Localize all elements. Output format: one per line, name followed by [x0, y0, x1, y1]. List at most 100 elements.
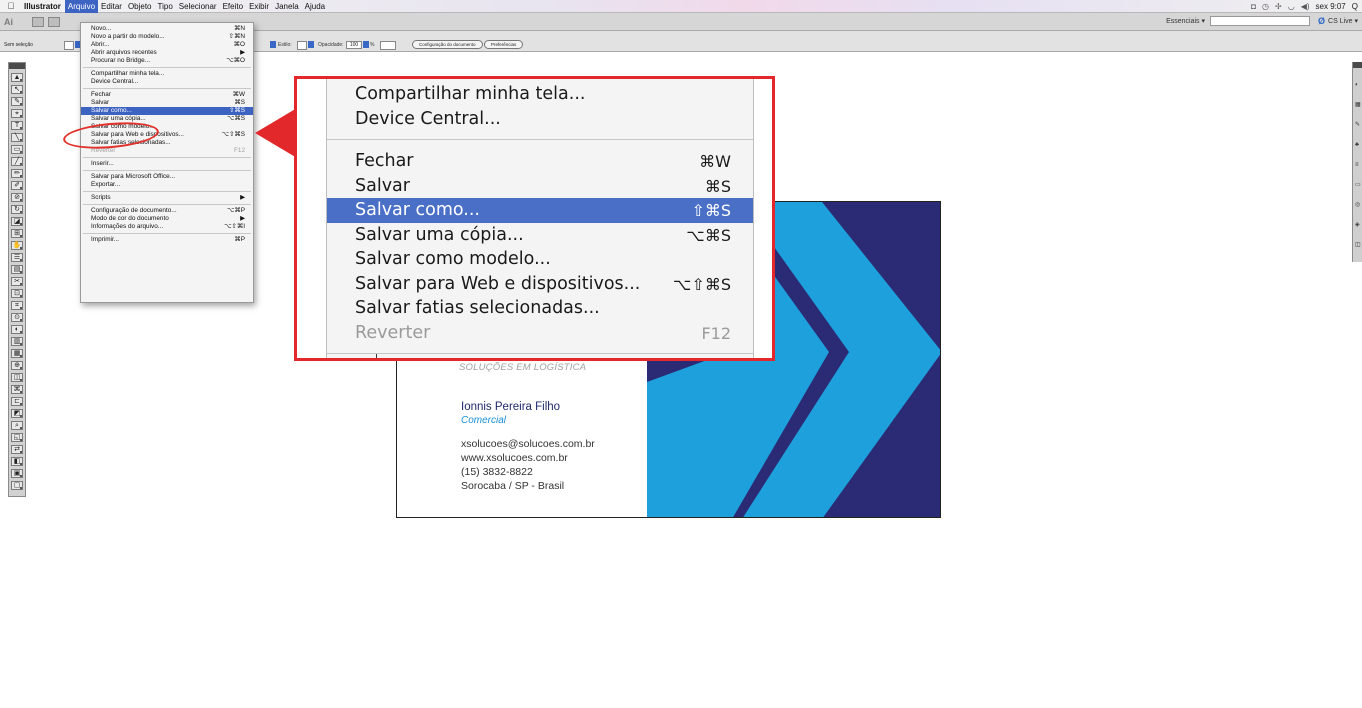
- file-menu-item-modo-de-cor-do-documento[interactable]: Modo de cor do documento ▶: [81, 215, 253, 223]
- callout-item-salvar-fatias-selecionadas[interactable]: Salvar fatias selecionadas...: [327, 296, 753, 321]
- tool-button[interactable]: ⊡: [11, 289, 23, 298]
- tool-button[interactable]: ▤: [11, 265, 23, 274]
- tool-button[interactable]: ◐: [11, 325, 23, 334]
- callout-item-salvar-como[interactable]: Salvar como... ⇧⌘S: [327, 198, 753, 223]
- bridge-button[interactable]: [32, 16, 44, 27]
- file-menu-item-imprimir[interactable]: Imprimir... ⌘P: [81, 236, 253, 244]
- tool-button[interactable]: ◧: [11, 457, 23, 466]
- menu-selecionar[interactable]: Selecionar: [176, 0, 220, 13]
- style-swatch[interactable]: [297, 41, 307, 50]
- tool-button[interactable]: ↖: [11, 85, 23, 94]
- file-menu-item-abrir-arquivos-recentes[interactable]: Abrir arquivos recentes ▶: [81, 49, 253, 57]
- cs-live[interactable]: Ø CS Live ▾: [1318, 16, 1358, 26]
- opacity-dropdown[interactable]: [363, 41, 369, 48]
- wifi-icon[interactable]: ◡: [1288, 2, 1295, 11]
- panel-dock-grip[interactable]: [1353, 62, 1362, 68]
- clock[interactable]: sex 9:07: [1316, 2, 1346, 11]
- tool-button[interactable]: ◩: [11, 409, 23, 418]
- tool-button[interactable]: ▣: [11, 469, 23, 478]
- spotlight-icon[interactable]: Q: [1352, 2, 1358, 11]
- tool-button[interactable]: ⌕: [11, 421, 23, 430]
- tool-button[interactable]: ⌘: [11, 385, 23, 394]
- tool-button[interactable]: ✋: [11, 241, 23, 250]
- file-menu-item-salvar[interactable]: Salvar ⌘S: [81, 99, 253, 107]
- recolor-button[interactable]: [380, 41, 396, 50]
- tool-button[interactable]: ▥: [11, 337, 23, 346]
- menu-tipo[interactable]: Tipo: [155, 0, 176, 13]
- apple-icon[interactable]: : [2, 1, 20, 11]
- time-machine-icon[interactable]: ◷: [1262, 2, 1269, 11]
- tool-button[interactable]: ✎: [11, 97, 23, 106]
- help-search-input[interactable]: [1210, 16, 1310, 26]
- file-menu-item-novo-a-partir-do-modelo[interactable]: Novo a partir do modelo... ⇧⌘N: [81, 33, 253, 41]
- tool-button[interactable]: ⌗: [11, 301, 23, 310]
- callout-item-fechar[interactable]: Fechar ⌘W: [327, 149, 753, 174]
- volume-icon[interactable]: ◀): [1301, 2, 1310, 11]
- tool-button[interactable]: ✐: [11, 181, 23, 190]
- tool-button[interactable]: ◪: [11, 217, 23, 226]
- style-dropdown[interactable]: [308, 41, 314, 48]
- file-menu-item-exportar[interactable]: Exportar...: [81, 181, 253, 189]
- callout-item-compartilhar-minha-tela[interactable]: Compartilhar minha tela...: [327, 82, 753, 107]
- stroke-panel-icon[interactable]: ≡: [1355, 162, 1361, 168]
- preferences-button[interactable]: Preferências: [484, 40, 524, 49]
- file-menu-item-device-central[interactable]: Device Central...: [81, 78, 253, 86]
- tool-button[interactable]: ✏: [11, 169, 23, 178]
- brushes-panel-icon[interactable]: ✎: [1355, 122, 1361, 128]
- opacity-field[interactable]: 100: [346, 41, 362, 49]
- callout-item-salvar-como-modelo[interactable]: Salvar como modelo...: [327, 247, 753, 272]
- appearance-panel-icon[interactable]: ◈: [1355, 222, 1361, 228]
- callout-item-device-central[interactable]: Device Central...: [327, 107, 753, 132]
- tool-button[interactable]: ⊕: [11, 361, 23, 370]
- tool-button[interactable]: T: [11, 121, 23, 130]
- file-menu-item-abrir[interactable]: Abrir... ⌘O: [81, 41, 253, 49]
- tools-panel-grip[interactable]: [9, 63, 25, 69]
- menu-arquivo[interactable]: Arquivo: [64, 0, 99, 13]
- menu-editar[interactable]: Editar: [98, 0, 125, 13]
- tool-button[interactable]: ⌖: [11, 109, 23, 118]
- bluetooth-icon[interactable]: ✢: [1275, 2, 1282, 11]
- workspace-dropdown[interactable]: Essenciais ▾: [1166, 17, 1205, 25]
- fill-swatch[interactable]: [64, 41, 74, 50]
- file-menu-item-inserir[interactable]: Inserir...: [81, 160, 253, 168]
- symbols-panel-icon[interactable]: ♣: [1355, 142, 1361, 148]
- callout-item-salvar[interactable]: Salvar ⌘S: [327, 174, 753, 199]
- tool-button[interactable]: ☰: [11, 253, 23, 262]
- file-menu-item-informacoes-do-arquivo[interactable]: Informações do arquivo... ⌥⇧⌘I: [81, 223, 253, 231]
- callout-item-salvar-para-web-e-dispositivos[interactable]: Salvar para Web e dispositivos... ⌥⇧⌘S: [327, 272, 753, 297]
- tool-button[interactable]: ▲: [11, 73, 23, 82]
- file-menu-item-salvar-para-microsoft-office[interactable]: Salvar para Microsoft Office...: [81, 173, 253, 181]
- tool-button[interactable]: ⇄: [11, 445, 23, 454]
- adobe-update-icon[interactable]: ◘: [1251, 2, 1256, 11]
- app-menu[interactable]: Illustrator: [20, 2, 65, 11]
- document-setup-button[interactable]: Configuração do documento: [412, 40, 483, 49]
- file-menu-item-compartilhar-minha-tela[interactable]: Compartilhar minha tela...: [81, 70, 253, 78]
- tool-button[interactable]: ╱: [11, 157, 23, 166]
- tool-button[interactable]: ⊞: [11, 229, 23, 238]
- swatches-panel-icon[interactable]: ▦: [1355, 102, 1361, 108]
- tool-button[interactable]: ▢: [11, 481, 23, 490]
- tool-button[interactable]: ▭: [11, 145, 23, 154]
- tool-button[interactable]: ⊏: [11, 397, 23, 406]
- file-menu-item-novo[interactable]: Novo... ⌘N: [81, 25, 253, 33]
- gradient-panel-icon[interactable]: ▭: [1355, 182, 1361, 188]
- tool-button[interactable]: ⊘: [11, 193, 23, 202]
- file-menu-item-configuracao-de-documento[interactable]: Configuração de documento... ⌥⌘P: [81, 207, 253, 215]
- tool-button[interactable]: ╲: [11, 133, 23, 142]
- stroke-profile-dropdown[interactable]: [270, 41, 276, 48]
- file-menu-item-fechar[interactable]: Fechar ⌘W: [81, 91, 253, 99]
- file-menu-item-salvar-uma-copia[interactable]: Salvar uma cópia... ⌥⌘S: [81, 115, 253, 123]
- tool-button[interactable]: ◫: [11, 373, 23, 382]
- menu-objeto[interactable]: Objeto: [125, 0, 155, 13]
- file-menu-item-salvar-como[interactable]: Salvar como... ⇧⌘S: [81, 107, 253, 115]
- tool-button[interactable]: ▦: [11, 349, 23, 358]
- color-panel-icon[interactable]: ◐: [1355, 82, 1361, 88]
- transparency-panel-icon[interactable]: ◎: [1355, 202, 1361, 208]
- menu-exibir[interactable]: Exibir: [246, 0, 272, 13]
- arrange-documents-button[interactable]: [48, 16, 60, 27]
- menu-efeito[interactable]: Efeito: [220, 0, 246, 13]
- file-menu-item-scripts[interactable]: Scripts ▶: [81, 194, 253, 202]
- file-menu-item-procurar-no-bridge[interactable]: Procurar no Bridge... ⌥⌘O: [81, 57, 253, 65]
- tool-button[interactable]: ⊙: [11, 313, 23, 322]
- menu-janela[interactable]: Janela: [272, 0, 302, 13]
